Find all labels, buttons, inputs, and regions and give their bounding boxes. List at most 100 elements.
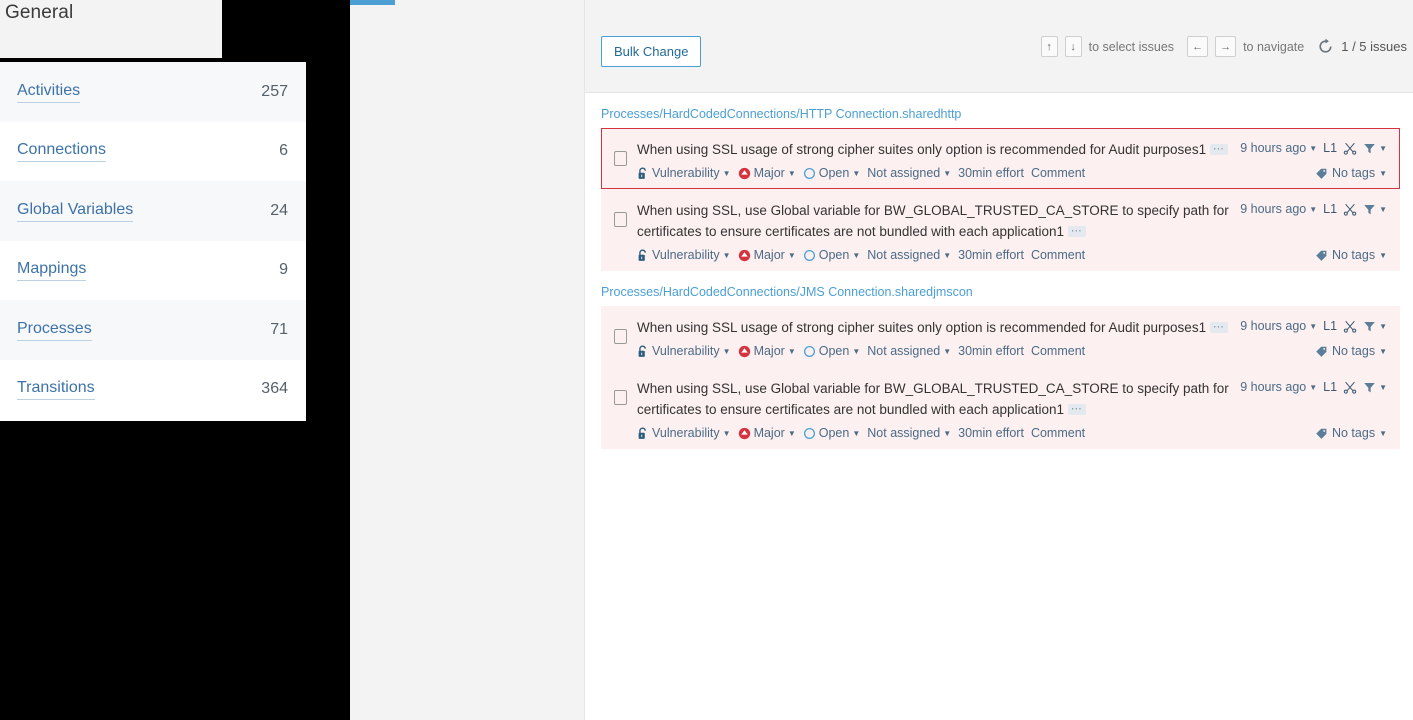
measure-row: Connections 6	[0, 122, 306, 182]
issue-card[interactable]: When using SSL, use Global variable for …	[601, 189, 1400, 271]
issue-message-more-button[interactable]: ⋯	[1209, 322, 1228, 333]
key-left-icon: ←	[1187, 36, 1209, 57]
issue-assignee-selector[interactable]: Not assigned ▼	[867, 426, 951, 440]
issue-select-checkbox[interactable]	[614, 212, 627, 227]
issue-severity-selector[interactable]: Major ▼	[738, 426, 796, 440]
chevron-down-icon: ▼	[787, 168, 796, 178]
measure-link[interactable]: Processes	[17, 319, 92, 341]
chevron-down-icon: ▼	[1379, 428, 1387, 438]
scissors-icon[interactable]	[1343, 141, 1357, 155]
measure-link-wrap[interactable]: Transitions	[17, 378, 248, 401]
measure-row: Processes 71	[0, 300, 306, 360]
issue-tags-selector[interactable]: No tags ▼	[1092, 248, 1387, 262]
issue-tags-selector[interactable]: No tags ▼	[1092, 344, 1387, 358]
issue-assignee-selector[interactable]: Not assigned ▼	[867, 344, 951, 358]
issue-type-selector[interactable]: Vulnerability ▼	[637, 248, 731, 262]
issue-type-selector[interactable]: Vulnerability ▼	[637, 166, 731, 180]
measure-value: 71	[270, 320, 288, 338]
issue-age[interactable]: 9 hours ago ▼	[1240, 319, 1317, 333]
measure-link-wrap[interactable]: Connections	[17, 140, 248, 163]
issue-message[interactable]: When using SSL usage of strong cipher su…	[637, 139, 1240, 160]
issue-message-more-button[interactable]: ⋯	[1067, 226, 1086, 237]
issue-age[interactable]: 9 hours ago ▼	[1240, 141, 1317, 155]
issue-card[interactable]: When using SSL usage of strong cipher su…	[601, 306, 1400, 367]
measure-link-wrap[interactable]: Global Variables	[17, 200, 248, 222]
issue-severity-selector[interactable]: Major ▼	[738, 248, 796, 262]
issue-type-selector[interactable]: Vulnerability ▼	[637, 426, 731, 440]
issue-select-checkbox[interactable]	[614, 151, 627, 166]
issue-message-more-button[interactable]: ⋯	[1067, 404, 1086, 415]
issue-top-row: When using SSL usage of strong cipher su…	[637, 139, 1387, 160]
measure-link[interactable]: Transitions	[17, 378, 95, 401]
issue-line-number: L1	[1323, 380, 1338, 394]
issue-message-text: When using SSL usage of strong cipher su…	[637, 142, 1207, 157]
issue-card[interactable]: When using SSL usage of strong cipher su…	[601, 128, 1400, 189]
issue-filter-menu[interactable]: ▼	[1363, 203, 1387, 216]
issue-severity-selector[interactable]: Major ▼	[738, 344, 796, 358]
issue-status-selector[interactable]: Open ▼	[803, 166, 860, 180]
issue-message-more-button[interactable]: ⋯	[1209, 144, 1228, 155]
measure-value: 364	[261, 380, 288, 398]
issue-assignee-selector[interactable]: Not assigned ▼	[867, 248, 951, 262]
issue-line-number: L1	[1323, 141, 1338, 155]
issue-filter-menu[interactable]: ▼	[1363, 381, 1387, 394]
issue-tags-selector[interactable]: No tags ▼	[1092, 166, 1387, 180]
issue-age-text: 9 hours ago	[1240, 380, 1307, 394]
issue-comment-button[interactable]: Comment	[1031, 426, 1085, 440]
issue-message[interactable]: When using SSL, use Global variable for …	[637, 378, 1240, 420]
chevron-down-icon: ▼	[1379, 204, 1387, 214]
measure-row: Global Variables 24	[0, 181, 306, 241]
issue-select-checkbox[interactable]	[614, 390, 627, 405]
issue-status-selector[interactable]: Open ▼	[803, 248, 861, 262]
issue-age[interactable]: 9 hours ago ▼	[1240, 380, 1317, 394]
filters-scrollbar[interactable]	[570, 14, 1154, 720]
scissors-icon[interactable]	[1343, 380, 1357, 394]
issue-age-text: 9 hours ago	[1240, 319, 1307, 333]
scissors-icon[interactable]	[1343, 319, 1357, 333]
bulk-change-button[interactable]: Bulk Change	[601, 36, 702, 67]
chevron-down-icon: ▼	[1379, 346, 1387, 356]
tag-icon	[1315, 427, 1328, 440]
issue-body: When using SSL usage of strong cipher su…	[637, 317, 1387, 358]
issue-meta-row: Vulnerability ▼ Major ▼ Open ▼ Not assigned ▼…	[637, 426, 1387, 440]
measure-link[interactable]: Global Variables	[17, 200, 134, 222]
measure-link[interactable]: Activities	[17, 81, 81, 103]
issue-comment-button[interactable]: Comment	[1031, 248, 1085, 262]
filters-sidebar: My Issues All Filters Clear All Filters …	[350, 0, 935, 720]
reload-icon[interactable]	[1317, 38, 1334, 55]
issue-top-row: When using SSL, use Global variable for …	[637, 200, 1387, 242]
scissors-icon[interactable]	[1343, 202, 1357, 216]
issue-card[interactable]: When using SSL, use Global variable for …	[601, 367, 1400, 449]
measure-link-wrap[interactable]: Activities	[17, 81, 248, 103]
issue-message[interactable]: When using SSL usage of strong cipher su…	[637, 317, 1240, 338]
issue-tags-selector[interactable]: No tags ▼	[1092, 426, 1387, 440]
issue-comment-button[interactable]: Comment	[1031, 344, 1085, 358]
issue-counter: 1 / 5 issues	[1341, 39, 1407, 54]
issue-message[interactable]: When using SSL, use Global variable for …	[637, 200, 1240, 242]
issue-status-selector[interactable]: Open ▼	[803, 344, 861, 358]
chevron-down-icon: ▼	[852, 250, 861, 260]
issue-select-checkbox[interactable]	[614, 329, 627, 344]
measure-link[interactable]: Connections	[17, 140, 106, 163]
issue-severity-selector[interactable]: Major ▼	[738, 166, 796, 180]
major-severity-icon	[738, 167, 751, 180]
measure-link-wrap[interactable]: Processes	[17, 319, 248, 341]
issue-assignee-label: Not assigned	[867, 166, 941, 180]
issue-filter-menu[interactable]: ▼	[1363, 142, 1387, 155]
chevron-down-icon: ▼	[852, 346, 861, 356]
issue-type-selector[interactable]: Vulnerability ▼	[637, 344, 731, 358]
measure-link-wrap[interactable]: Mappings	[17, 259, 248, 282]
chevron-down-icon: ▼	[1309, 204, 1318, 214]
issue-tags-label: No tags	[1331, 248, 1376, 262]
issue-age[interactable]: 9 hours ago ▼	[1240, 202, 1317, 216]
issue-status-label: Open	[818, 344, 850, 358]
issue-component-path[interactable]: Processes/HardCodedConnections/HTTP Conn…	[585, 93, 1413, 128]
chevron-down-icon: ▼	[1379, 168, 1387, 178]
issue-filter-menu[interactable]: ▼	[1363, 320, 1387, 333]
measure-link[interactable]: Mappings	[17, 259, 87, 282]
chevron-down-icon: ▼	[787, 346, 796, 356]
issue-status-selector[interactable]: Open ▼	[803, 426, 860, 440]
issue-comment-button[interactable]: Comment	[1031, 166, 1085, 180]
issue-component-path[interactable]: Processes/HardCodedConnections/JMS Conne…	[585, 271, 1413, 306]
issue-assignee-selector[interactable]: Not assigned ▼	[867, 166, 951, 180]
